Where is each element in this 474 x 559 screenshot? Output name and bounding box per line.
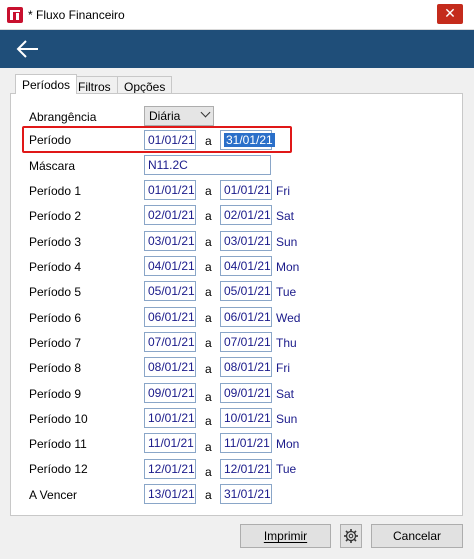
periodo-to-value: 31/01/21	[224, 133, 275, 147]
abrangencia-value: Diária	[149, 109, 181, 123]
header-bar	[0, 30, 474, 68]
periodo-4-day: Mon	[276, 260, 300, 274]
periodo-3-sep: a	[205, 235, 212, 249]
periodo-5-to[interactable]: 05/01/21	[220, 281, 272, 301]
periodo-10-day: Sun	[276, 412, 298, 426]
close-button[interactable]: ✕	[437, 4, 463, 24]
periodo-12-label: Período 12	[29, 462, 88, 476]
periodo-4-sep: a	[205, 260, 212, 274]
periodo-12-sep: a	[205, 465, 212, 479]
periodo-6-day: Wed	[276, 311, 301, 325]
periodo-1-to[interactable]: 01/01/21	[220, 180, 272, 200]
periodo-10-label: Período 10	[29, 412, 88, 426]
periodo-8-day: Fri	[276, 361, 290, 375]
periodo-12-to[interactable]: 12/01/21	[220, 459, 272, 479]
periodo-label: Período	[29, 133, 72, 147]
periodo-2-from[interactable]: 02/01/21	[144, 205, 196, 225]
periodo-8-label: Período 8	[29, 361, 82, 375]
app-logo-icon	[7, 7, 23, 23]
periodo-8-sep: a	[205, 362, 212, 376]
periodo-6-to[interactable]: 06/01/21	[220, 307, 272, 327]
a-vencer-sep: a	[205, 488, 212, 502]
periodo-2-label: Período 2	[29, 209, 82, 223]
periodo-12-day: Tue	[276, 462, 297, 476]
periodo-10-from[interactable]: 10/01/21	[144, 408, 196, 428]
periodo-9-sep: a	[205, 390, 212, 404]
periodo-from-field[interactable]: 01/01/21	[144, 130, 196, 150]
periodo-7-from[interactable]: 07/01/21	[144, 332, 196, 352]
mascara-label: Máscara	[29, 159, 76, 173]
periodo-9-from[interactable]: 09/01/21	[144, 383, 196, 403]
periodo-8-to[interactable]: 08/01/21	[220, 357, 272, 377]
abrangencia-select[interactable]: Diária	[144, 106, 214, 126]
periodo-7-day: Thu	[276, 336, 297, 350]
periodo-4-label: Período 4	[29, 260, 82, 274]
periodo-7-sep: a	[205, 336, 212, 350]
periodo-5-label: Período 5	[29, 285, 82, 299]
periodo-8-from[interactable]: 08/01/21	[144, 357, 196, 377]
periodo-7-label: Período 7	[29, 336, 82, 350]
periodo-1-from[interactable]: 01/01/21	[144, 180, 196, 200]
periodo-3-label: Período 3	[29, 235, 82, 249]
periodo-7-to[interactable]: 07/01/21	[220, 332, 272, 352]
print-button[interactable]: Imprimir	[240, 524, 331, 548]
back-arrow-icon[interactable]	[14, 36, 44, 62]
periodo-1-day: Fri	[276, 184, 290, 198]
periodo-11-label: Período 11	[29, 437, 87, 451]
periodo-3-to[interactable]: 03/01/21	[220, 231, 272, 251]
periodo-9-day: Sat	[276, 387, 295, 401]
a-vencer-from[interactable]: 13/01/21	[144, 484, 196, 504]
print-button-label: Imprimir	[263, 529, 308, 543]
periodo-12-from[interactable]: 12/01/21	[144, 459, 196, 479]
periodo-4-to[interactable]: 04/01/21	[220, 256, 272, 276]
periodo-11-sep: a	[205, 440, 212, 454]
periodo-11-day: Mon	[276, 437, 300, 451]
periodo-to-field[interactable]: 31/01/21	[220, 130, 275, 150]
periodo-3-day: Sun	[276, 235, 298, 249]
abrangencia-label: Abrangência	[29, 110, 97, 124]
periodo-6-sep: a	[205, 311, 212, 325]
periodo-11-from[interactable]: 11/01/21	[144, 433, 196, 453]
mascara-field[interactable]: N11.2C	[144, 155, 271, 175]
cancel-button[interactable]: Cancelar	[371, 524, 463, 548]
periodo-6-from[interactable]: 06/01/21	[144, 307, 196, 327]
periodo-1-sep: a	[205, 184, 212, 198]
chevron-down-icon	[200, 107, 211, 118]
periodo-5-sep: a	[205, 285, 212, 299]
periodo-sep: a	[205, 134, 212, 148]
periodo-5-day: Tue	[276, 285, 297, 299]
settings-button[interactable]	[340, 524, 362, 548]
gear-icon	[344, 529, 358, 543]
periodo-5-from[interactable]: 05/01/21	[144, 281, 196, 301]
periodo-11-to[interactable]: 11/01/21	[220, 433, 272, 453]
tab-periodos[interactable]: Períodos	[15, 74, 78, 94]
periodo-10-sep: a	[205, 414, 212, 428]
periodo-10-to[interactable]: 10/01/21	[220, 408, 272, 428]
a-vencer-label: A Vencer	[29, 488, 78, 502]
periodo-2-sep: a	[205, 209, 212, 223]
periodo-6-label: Período 6	[29, 311, 82, 325]
periodo-2-day: Sat	[276, 209, 295, 223]
periodo-9-to[interactable]: 09/01/21	[220, 383, 272, 403]
periodo-2-to[interactable]: 02/01/21	[220, 205, 272, 225]
periodo-1-label: Período 1	[29, 184, 82, 198]
periodo-4-from[interactable]: 04/01/21	[144, 256, 196, 276]
title-bar: * Fluxo Financeiro ✕	[0, 0, 474, 30]
window-title: * Fluxo Financeiro	[28, 8, 125, 22]
periodo-9-label: Período 9	[29, 387, 82, 401]
a-vencer-to[interactable]: 31/01/21	[220, 484, 272, 504]
periodo-3-from[interactable]: 03/01/21	[144, 231, 196, 251]
cancel-button-label: Cancelar	[392, 529, 442, 543]
